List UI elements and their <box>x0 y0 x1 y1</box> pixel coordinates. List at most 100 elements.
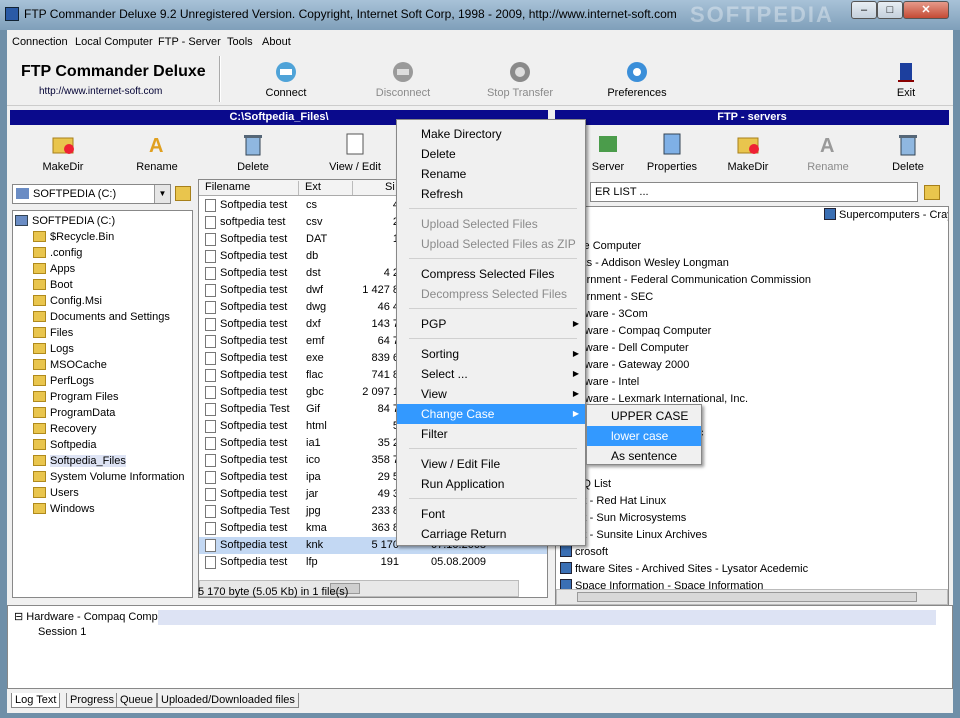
server-group-icon <box>560 545 572 557</box>
tab-queue[interactable]: Queue <box>116 693 158 708</box>
tree-folder-item[interactable]: Users <box>33 485 79 501</box>
cell-size: 35 2 <box>377 437 399 449</box>
menu-font[interactable]: Font <box>397 504 585 524</box>
tree-folder-item[interactable]: $Recycle.Bin <box>33 229 114 245</box>
menu-compress[interactable]: Compress Selected Files <box>397 264 585 284</box>
submenu-as-sentence[interactable]: As sentence <box>587 446 701 466</box>
menu-carriage-return[interactable]: Carriage Return <box>397 524 585 544</box>
remote-rename-button[interactable]: A Rename <box>793 131 863 173</box>
properties-button[interactable]: Properties <box>637 131 707 173</box>
table-row[interactable]: Softpedia test lfp 191 05.08.2009 <box>199 554 547 571</box>
menu-filter[interactable]: Filter <box>397 424 585 444</box>
menu-view-edit-file[interactable]: View / Edit File <box>397 454 585 474</box>
stop-transfer-button[interactable]: Stop Transfer <box>475 60 565 99</box>
preferences-button[interactable]: Preferences <box>592 60 682 99</box>
cell-ext: dxf <box>306 318 321 330</box>
tree-folder-item[interactable]: Files <box>33 325 73 341</box>
menu-sorting[interactable]: Sorting ▶ <box>397 344 585 364</box>
close-button[interactable]: ✕ <box>903 1 949 19</box>
cell-filename: Softpedia test <box>220 420 288 432</box>
cell-date: 05.08.2009 <box>431 556 487 568</box>
file-icon <box>205 352 216 365</box>
tree-folder-label: Documents and Settings <box>50 311 170 323</box>
tree-folder-item[interactable]: ProgramData <box>33 405 115 421</box>
tree-folder-item[interactable]: Softpedia_Files <box>33 453 126 469</box>
tree-folder-item[interactable]: Recovery <box>33 421 96 437</box>
submenu-lower-case[interactable]: lower case <box>587 426 701 446</box>
menu-ftp-server[interactable]: FTP - Server <box>158 36 221 48</box>
tree-folder-item[interactable]: PerfLogs <box>33 373 94 389</box>
submenu-upper-case[interactable]: UPPER CASE <box>587 406 701 426</box>
connect-button[interactable]: Connect <box>241 60 331 99</box>
view-edit-icon <box>346 133 364 155</box>
local-rename-button[interactable]: A Rename <box>122 131 192 173</box>
file-icon <box>205 301 216 314</box>
menu-upload-zip[interactable]: Upload Selected Files as ZIP <box>397 234 585 254</box>
menu-local-computer[interactable]: Local Computer <box>75 36 153 48</box>
file-icon <box>205 522 216 535</box>
tree-folder-item[interactable]: Apps <box>33 261 75 277</box>
server-list-select[interactable]: ER LIST ... <box>590 182 918 202</box>
menu-view[interactable]: View ▶ <box>397 384 585 404</box>
drive-select[interactable]: SOFTPEDIA (C:) ▼ <box>12 184 171 204</box>
file-icon <box>205 454 216 467</box>
menu-make-directory[interactable]: Make Directory <box>397 124 585 144</box>
menu-connection[interactable]: Connection <box>12 36 68 48</box>
col-ext[interactable]: Ext <box>305 181 353 195</box>
menu-refresh[interactable]: Refresh <box>397 184 585 204</box>
tree-folder-item[interactable]: System Volume Information <box>33 469 185 485</box>
server-item-label: Supercomputers - Cray <box>839 209 949 221</box>
remote-delete-button[interactable]: Delete <box>873 131 943 173</box>
menu-select[interactable]: Select ... ▶ <box>397 364 585 384</box>
rename-icon: A <box>149 135 163 157</box>
tree-folder-item[interactable]: Program Files <box>33 389 118 405</box>
tree-folder-item[interactable]: Logs <box>33 341 74 357</box>
cell-ext: flac <box>306 369 324 381</box>
menu-tools[interactable]: Tools <box>227 36 253 48</box>
menu-pgp[interactable]: PGP ▶ <box>397 314 585 334</box>
menu-run-application[interactable]: Run Application <box>397 474 585 494</box>
disconnect-button[interactable]: Disconnect <box>358 60 448 99</box>
tree-folder-item[interactable]: Config.Msi <box>33 293 102 309</box>
tree-root[interactable]: SOFTPEDIA (C:) <box>15 213 115 229</box>
log-tree-item[interactable]: ⊟ Hardware - Compaq Comp <box>14 610 158 623</box>
menu-change-case[interactable]: Change Case ▶ <box>397 404 585 424</box>
tree-folder-item[interactable]: Windows <box>33 501 95 517</box>
server-item[interactable]: ftware Sites - Archived Sites - Lysator … <box>560 561 808 578</box>
tab-uploaded-downloaded[interactable]: Uploaded/Downloaded files <box>157 693 299 708</box>
menu-upload-selected[interactable]: Upload Selected Files <box>397 214 585 234</box>
drive-icon <box>16 188 29 199</box>
tab-progress[interactable]: Progress <box>66 693 119 708</box>
server-scrollbar[interactable] <box>556 589 948 605</box>
cell-filename: Softpedia test <box>220 250 288 262</box>
menu-decompress[interactable]: Decompress Selected Files <box>397 284 585 304</box>
tree-folder-item[interactable]: Boot <box>33 277 73 293</box>
col-filename[interactable]: Filename <box>205 181 299 195</box>
server-item-supercomputers[interactable]: Supercomputers - Cray <box>824 207 949 224</box>
brand-url[interactable]: http://www.internet-soft.com <box>39 86 162 97</box>
local-view-edit-button[interactable]: View / Edit <box>315 131 395 173</box>
tab-log-text[interactable]: Log Text <box>11 693 61 708</box>
maximize-button[interactable]: □ <box>877 1 903 19</box>
server-item[interactable]: vernment - Federal Communication Commiss… <box>560 272 811 289</box>
scroll-thumb[interactable] <box>577 592 917 602</box>
local-makedir-button[interactable]: MakeDir <box>28 131 98 173</box>
log-session[interactable]: Session 1 <box>38 626 86 638</box>
menu-rename[interactable]: Rename <box>397 164 585 184</box>
cell-filename: Softpedia test <box>220 556 288 568</box>
remote-makedir-button[interactable]: MakeDir <box>713 131 783 173</box>
local-delete-button[interactable]: Delete <box>218 131 288 173</box>
tree-folder-item[interactable]: Softpedia <box>33 437 96 453</box>
browse-folder-icon[interactable] <box>175 186 191 201</box>
browse-folder-icon[interactable] <box>924 185 940 200</box>
cell-size: 5 170 <box>371 539 399 551</box>
server-item[interactable]: crosoft <box>560 544 608 561</box>
minimize-button[interactable]: – <box>851 1 877 19</box>
tree-folder-item[interactable]: MSOCache <box>33 357 107 373</box>
chevron-down-icon[interactable]: ▼ <box>154 185 170 203</box>
menu-about[interactable]: About <box>262 36 291 48</box>
menu-delete[interactable]: Delete <box>397 144 585 164</box>
exit-button[interactable]: Exit <box>871 60 941 99</box>
tree-folder-item[interactable]: .config <box>33 245 82 261</box>
tree-folder-item[interactable]: Documents and Settings <box>33 309 170 325</box>
